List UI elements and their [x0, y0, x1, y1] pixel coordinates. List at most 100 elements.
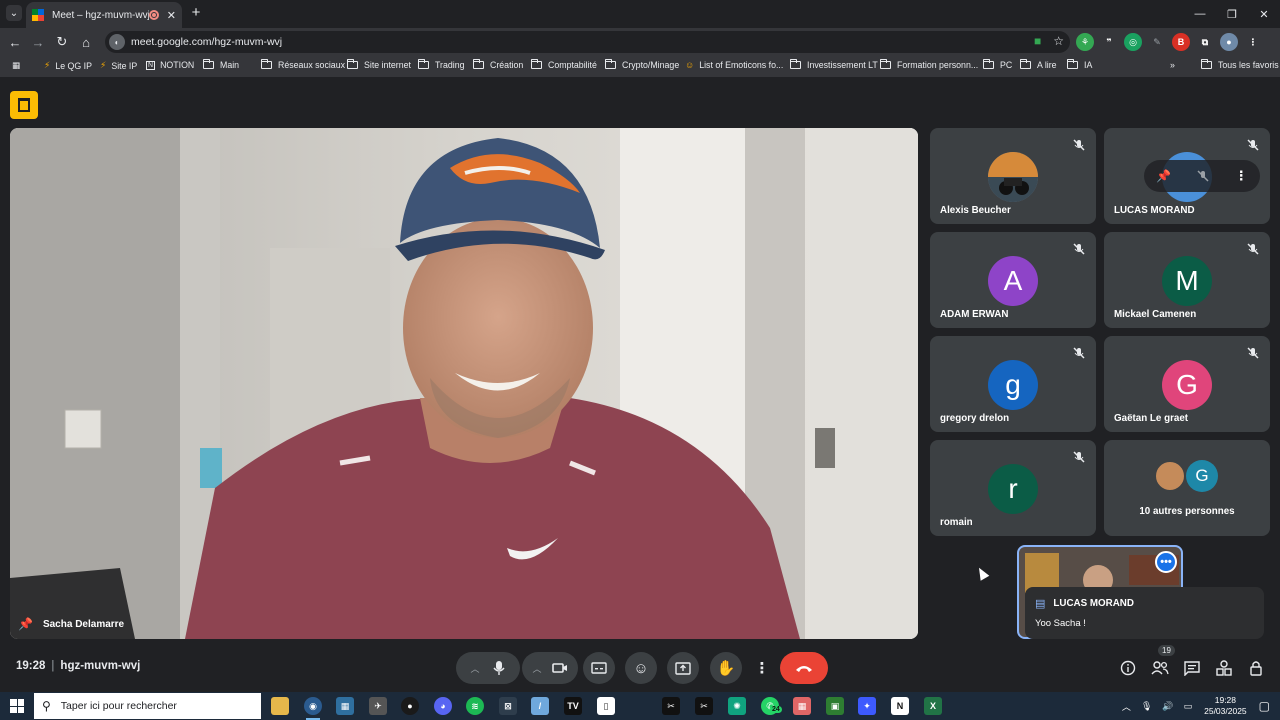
tradingview-icon[interactable]: TV: [564, 697, 582, 715]
file-explorer-icon[interactable]: [271, 697, 289, 715]
chrome-menu-icon[interactable]: ⋮: [1244, 33, 1262, 51]
extension-quote-icon[interactable]: ❞: [1100, 33, 1118, 51]
extensions-puzzle-icon[interactable]: ⧉: [1196, 33, 1214, 51]
app-grid-icon[interactable]: ▦: [793, 697, 811, 715]
tray-overflow-icon[interactable]: ︿: [1122, 700, 1131, 713]
bookmark-notion[interactable]: N NOTION: [146, 60, 194, 70]
tab-close-icon[interactable]: ✕: [167, 9, 176, 22]
chevron-up-icon[interactable]: ︿: [532, 662, 541, 675]
participant-tile[interactable]: g gregory drelon: [930, 336, 1096, 432]
extension-pen-icon[interactable]: ✎: [1148, 33, 1166, 51]
bookmarks-overflow-icon[interactable]: »: [1170, 60, 1175, 70]
tab-search-button[interactable]: ⌄: [6, 5, 22, 21]
bookmark-emoticons[interactable]: ☺ List of Emoticons fo...: [685, 60, 783, 70]
forward-button[interactable]: →: [29, 33, 47, 51]
microphone-tray-icon[interactable]: 🎙: [1141, 701, 1152, 712]
self-view-more-icon[interactable]: •••: [1155, 551, 1177, 573]
present-screen-icon[interactable]: [675, 661, 691, 675]
hang-up-icon[interactable]: [794, 663, 814, 673]
emoji-icon[interactable]: ☺: [633, 660, 648, 677]
app-star-icon[interactable]: ✦: [858, 697, 876, 715]
pin-icon[interactable]: 📌: [18, 617, 33, 631]
restore-button[interactable]: ❐: [1216, 0, 1248, 28]
bookmark-folder-pc[interactable]: PC: [983, 59, 1012, 70]
taskbar-search-field[interactable]: ⚲ Taper ici pour rechercher: [34, 693, 261, 719]
others-tile[interactable]: G 10 autres personnes: [1104, 440, 1270, 536]
bookmark-folder-trading[interactable]: Trading: [418, 59, 465, 70]
bookmark-folder-creation[interactable]: Création: [473, 59, 523, 70]
bookmark-folder-ia[interactable]: IA: [1067, 59, 1092, 70]
participant-tile[interactable]: G Gaëtan Le graet: [1104, 336, 1270, 432]
extension-grammar-icon[interactable]: ◎: [1124, 33, 1142, 51]
bookmark-folder-main[interactable]: Main: [203, 59, 239, 70]
tab-meet[interactable]: Meet – hgz-muvm-wvj ✕: [26, 2, 182, 28]
participant-tile[interactable]: r romain: [930, 440, 1096, 536]
hand-icon[interactable]: ✋: [717, 659, 736, 677]
bookmark-folder-all[interactable]: Tous les favoris: [1201, 59, 1279, 70]
bookmark-folder-comptabilite[interactable]: Comptabilité: [531, 59, 597, 70]
reactions-button[interactable]: ☺: [625, 652, 657, 684]
participant-tile[interactable]: Alexis Beucher: [930, 128, 1096, 224]
excel-icon[interactable]: X: [924, 697, 942, 715]
bookmark-folder-site-internet[interactable]: Site internet: [347, 59, 411, 70]
more-vert-icon[interactable]: ⋮: [755, 659, 770, 677]
minimize-button[interactable]: —: [1184, 0, 1216, 28]
back-button[interactable]: ←: [6, 33, 24, 51]
present-button[interactable]: [667, 652, 699, 684]
maps-pin-icon[interactable]: ●: [401, 697, 419, 715]
bookmark-folder-formation[interactable]: Formation personn...: [880, 59, 978, 70]
meet-logo-icon[interactable]: [10, 91, 38, 119]
network-icon[interactable]: ▭: [1184, 701, 1193, 712]
taskbar-clock[interactable]: 19:28 25/03/2025: [1204, 695, 1247, 717]
mute-participant-icon[interactable]: [1196, 169, 1210, 183]
microphone-icon[interactable]: [492, 660, 506, 676]
pin-tile-icon[interactable]: 📌: [1156, 169, 1171, 183]
volume-icon[interactable]: 🔊: [1162, 701, 1173, 712]
bookmark-folder-investissement[interactable]: Investissement LT: [790, 59, 878, 70]
participant-tile[interactable]: A ADAM ERWAN: [930, 232, 1096, 328]
leave-call-button[interactable]: [780, 652, 828, 684]
bookmark-site-ip[interactable]: ⚡ Site IP: [100, 60, 137, 71]
activities-icon[interactable]: [1214, 658, 1234, 678]
new-tab-button[interactable]: +: [188, 4, 204, 21]
extension-red-icon[interactable]: B: [1172, 33, 1190, 51]
bookmark-star-icon[interactable]: ☆: [1053, 34, 1064, 48]
bookmark-folder-crypto[interactable]: Crypto/Minage: [605, 59, 679, 70]
raise-hand-button[interactable]: ✋: [710, 652, 742, 684]
close-window-button[interactable]: ✕: [1248, 0, 1280, 28]
cast-icon[interactable]: ■: [1034, 34, 1041, 48]
notifications-icon[interactable]: ▢: [1259, 699, 1270, 713]
bookmark-le-qg-ip[interactable]: ⚡ Le QG IP: [44, 60, 92, 71]
xbox-icon[interactable]: ⊠: [499, 697, 517, 715]
profile-avatar[interactable]: ●: [1220, 33, 1238, 51]
address-bar[interactable]: ◐ meet.google.com/hgz-muvm-wvj ■ ☆: [105, 31, 1070, 53]
chatgpt-icon[interactable]: ✺: [728, 697, 746, 715]
document-icon[interactable]: ▯: [597, 697, 615, 715]
app-slash-icon[interactable]: /: [531, 697, 549, 715]
host-controls-icon[interactable]: [1246, 658, 1266, 678]
calculator-icon[interactable]: ▦: [336, 697, 354, 715]
extension-green-icon[interactable]: ⚘: [1076, 33, 1094, 51]
chat-icon[interactable]: [1182, 658, 1202, 678]
app-green-icon[interactable]: ▣: [826, 697, 844, 715]
bookmark-folder-a-lire[interactable]: A lire: [1020, 59, 1057, 70]
capcut-alt-icon[interactable]: ✂: [695, 697, 713, 715]
camera-control[interactable]: ︿: [522, 652, 578, 684]
spotify-icon[interactable]: ≋: [466, 697, 484, 715]
participant-tile[interactable]: 📌 ⋮ LUCAS MORAND: [1104, 128, 1270, 224]
participant-tile[interactable]: M Mickael Camenen: [1104, 232, 1270, 328]
notion-icon[interactable]: N: [891, 697, 909, 715]
discord-icon[interactable]: ◕: [434, 697, 452, 715]
reload-button[interactable]: ↻: [53, 33, 71, 51]
bookmark-folder-reseaux[interactable]: Réseaux sociaux: [261, 59, 345, 70]
home-button[interactable]: ⌂: [77, 33, 95, 51]
app-bird-icon[interactable]: ✈: [369, 697, 387, 715]
apps-grid-icon[interactable]: ▦: [12, 60, 20, 71]
windows-start-icon[interactable]: [10, 699, 24, 713]
chrome-icon[interactable]: ◉: [304, 697, 322, 715]
chat-notification[interactable]: ▤ LUCAS MORAND Yoo Sacha !: [1025, 587, 1264, 639]
capcut-icon[interactable]: ✂: [662, 697, 680, 715]
people-icon[interactable]: [1150, 658, 1170, 678]
camera-icon[interactable]: [551, 662, 568, 674]
captions-button[interactable]: [583, 652, 615, 684]
